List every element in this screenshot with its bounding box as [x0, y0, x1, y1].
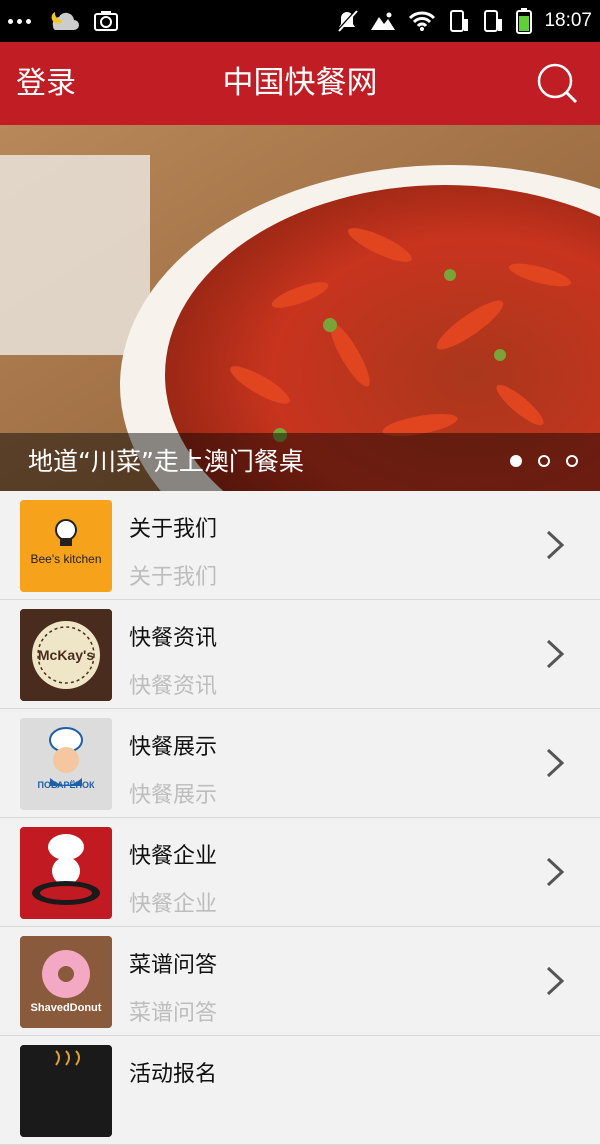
sim2-icon	[484, 10, 503, 32]
chevron-right-icon	[546, 639, 565, 669]
item-title: 快餐资讯	[129, 626, 218, 651]
item-title: 快餐展示	[129, 735, 218, 760]
item-title: 快餐企业	[129, 844, 218, 869]
item-title: 关于我们	[129, 517, 218, 542]
item-title: 活动报名	[129, 1062, 218, 1087]
list-item[interactable]: 活动报名	[0, 1036, 600, 1145]
slide-dot-2[interactable]	[538, 455, 550, 467]
screenshot-icon	[94, 11, 118, 31]
menu-list: Bee's kitchen 关于我们 关于我们 McKay's 快餐资讯 快餐资…	[0, 491, 600, 1145]
page-title: 中国快餐网	[222, 65, 378, 101]
chevron-right-icon	[546, 748, 565, 778]
item-subtitle: 快餐展示	[129, 783, 218, 808]
item-subtitle: 快餐资讯	[129, 674, 218, 699]
slide-dot-3[interactable]	[566, 455, 578, 467]
mckays-logo: McKay's	[20, 609, 112, 701]
slide-dot-1[interactable]	[510, 455, 522, 467]
mountain-icon	[371, 12, 396, 30]
status-bar: 18:07	[0, 0, 600, 42]
item-subtitle: 快餐企业	[129, 892, 218, 917]
mute-icon	[337, 9, 359, 33]
chevron-right-icon	[546, 857, 565, 887]
weather-icon	[51, 12, 79, 30]
chevron-right-icon	[546, 966, 565, 996]
search-icon[interactable]	[536, 62, 580, 106]
slide-indicators	[510, 455, 578, 467]
list-item[interactable]: Bee's kitchen 关于我们 关于我们	[0, 491, 600, 600]
banner-caption-bar: 地道“川菜”走上澳门餐桌	[0, 433, 600, 491]
banner-carousel[interactable]: 地道“川菜”走上澳门餐桌	[0, 125, 600, 491]
overflow-dots-icon	[8, 18, 31, 24]
app-header: 登录 中国快餐网	[0, 42, 600, 125]
battery-icon	[516, 8, 533, 34]
list-item[interactable]: ShavedDonut 菜谱问答 菜谱问答	[0, 927, 600, 1036]
list-item[interactable]: 快餐企业 快餐企业	[0, 818, 600, 927]
item-subtitle: 关于我们	[129, 565, 218, 590]
chef-boy-logo: ПОВАРЁНОК	[20, 718, 112, 810]
list-item[interactable]: McKay's 快餐资讯 快餐资讯	[0, 600, 600, 709]
clock: 18:07	[544, 10, 592, 31]
banner-caption[interactable]: 地道“川菜”走上澳门餐桌	[28, 433, 304, 491]
chef-hat-logo	[20, 827, 112, 919]
event-logo	[20, 1045, 112, 1137]
bees-kitchen-logo: Bee's kitchen	[20, 500, 112, 592]
chevron-right-icon	[546, 530, 565, 560]
shaved-donut-logo: ShavedDonut	[20, 936, 112, 1028]
list-item[interactable]: ПОВАРЁНОК 快餐展示 快餐展示	[0, 709, 600, 818]
item-title: 菜谱问答	[129, 953, 218, 978]
wifi-icon	[409, 11, 436, 31]
item-subtitle: 菜谱问答	[129, 1001, 218, 1026]
sim1-icon	[450, 10, 469, 32]
